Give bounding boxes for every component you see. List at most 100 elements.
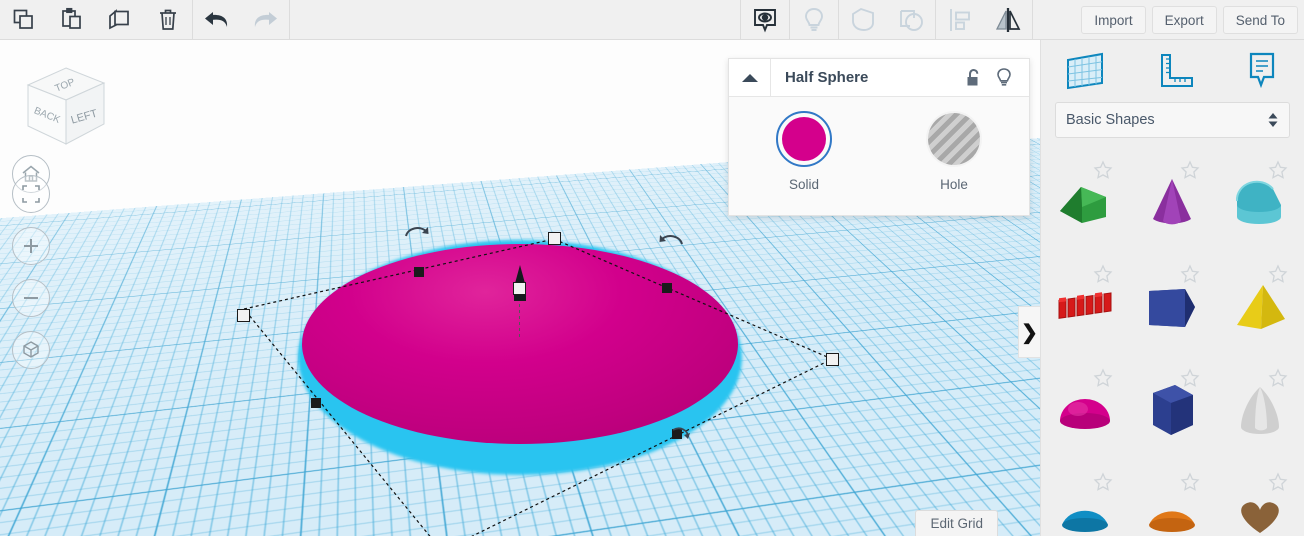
thumbnail-pyramid <box>1237 285 1286 329</box>
resize-handle-corner-right[interactable] <box>826 353 839 366</box>
shape-item-round-roof-orange[interactable] <box>1129 464 1217 536</box>
tab-notes[interactable] <box>1216 50 1304 92</box>
hole-pattern-swatch[interactable] <box>928 113 980 165</box>
export-button[interactable]: Export <box>1151 6 1217 34</box>
copy-button[interactable] <box>0 0 48 40</box>
tab-ruler[interactable] <box>1129 50 1217 92</box>
shape-item-half-cylinder[interactable] <box>1216 152 1304 256</box>
shape-category-select[interactable]: Basic Shapes <box>1055 102 1290 138</box>
delete-button[interactable] <box>144 0 192 40</box>
thumbnail-wedge-prism <box>1149 289 1196 327</box>
favorite-star-icon[interactable] <box>1093 264 1113 284</box>
thumbnail-hexagonal-prism <box>1153 385 1194 435</box>
favorite-star-icon[interactable] <box>1180 160 1200 180</box>
favorite-star-icon[interactable] <box>1268 368 1288 388</box>
shape-item-tube-cyan[interactable] <box>1041 464 1129 536</box>
rotate-handle-left[interactable] <box>402 222 430 246</box>
inspector-collapse-button[interactable] <box>729 58 771 97</box>
toolbar-divider-7 <box>1032 0 1033 40</box>
resize-handle-edge-topright[interactable] <box>662 283 672 293</box>
favorite-star-icon[interactable] <box>1093 160 1113 180</box>
shape-library-grid <box>1041 152 1304 536</box>
thumbnail-tube-cyan <box>1061 510 1108 532</box>
shape-item-hexagonal-prism[interactable] <box>1129 360 1217 464</box>
shape-item-box-wedge[interactable] <box>1041 152 1129 256</box>
edit-grid-button[interactable]: Edit Grid <box>915 510 998 536</box>
resize-handle-corner-top[interactable] <box>548 232 561 245</box>
thumbnail-half-sphere <box>1059 399 1110 429</box>
sidebar-tabs <box>1041 40 1304 102</box>
shape-item-heart-brown[interactable] <box>1216 464 1304 536</box>
shape-item-wedge-prism[interactable] <box>1129 256 1217 360</box>
toolbar-divider-2 <box>289 0 290 40</box>
favorite-star-icon[interactable] <box>1268 160 1288 180</box>
rotate-handle-right[interactable] <box>656 230 684 254</box>
view-cube[interactable]: TOP BACK LEFT <box>18 58 114 154</box>
edit-tool-group <box>0 0 192 40</box>
rotate-handle-bottom[interactable] <box>668 424 696 448</box>
thumbnail-round-roof-orange <box>1149 511 1196 532</box>
redo-button[interactable] <box>241 0 289 40</box>
fit-view-button[interactable] <box>12 175 50 213</box>
shape-inspector-panel: Half Sphere Solid Hole <box>728 58 1030 216</box>
unlock-icon[interactable] <box>965 68 983 88</box>
resize-handle-corner-left[interactable] <box>237 309 250 322</box>
shape-item-text[interactable] <box>1041 256 1129 360</box>
panel-collapse-toggle[interactable]: ❯ <box>1018 306 1040 358</box>
undo-button[interactable] <box>193 0 241 40</box>
hole-ring <box>926 111 982 167</box>
favorite-star-icon[interactable] <box>1268 472 1288 492</box>
light-bulb-icon[interactable] <box>995 67 1013 89</box>
solid-label: Solid <box>788 177 820 192</box>
shape-category-label: Basic Shapes <box>1066 112 1155 128</box>
inspector-title: Half Sphere <box>785 69 869 86</box>
resize-handle-edge-topleft[interactable] <box>414 267 424 277</box>
shape-item-paraboloid[interactable] <box>1216 360 1304 464</box>
ortho-toggle-button[interactable] <box>12 331 50 369</box>
ruler-icon <box>1160 54 1193 87</box>
chevron-up-icon <box>741 73 758 82</box>
favorite-star-icon[interactable] <box>1268 264 1288 284</box>
top-toolbar: Import Export Send To <box>0 0 1304 40</box>
mirror-button[interactable] <box>984 0 1032 40</box>
notes-icon <box>1250 52 1275 89</box>
import-button[interactable]: Import <box>1081 6 1146 34</box>
light-bulb-icon[interactable] <box>790 0 838 40</box>
thumbnail-heart-brown <box>1241 502 1279 533</box>
duplicate-button[interactable] <box>96 0 144 40</box>
favorite-star-icon[interactable] <box>1180 472 1200 492</box>
thumbnail-text <box>1058 292 1112 319</box>
view-tool-group <box>741 0 935 40</box>
show-hide-icon[interactable] <box>741 0 789 40</box>
shape-item-half-sphere[interactable] <box>1041 360 1129 464</box>
height-handle-box[interactable] <box>513 282 526 295</box>
ungroup-button[interactable] <box>887 0 935 40</box>
group-button[interactable] <box>839 0 887 40</box>
thumbnail-half-cylinder <box>1236 180 1282 224</box>
thumbnail-cone <box>1153 179 1192 225</box>
resize-handle-edge-bottomleft[interactable] <box>311 398 321 408</box>
tab-workplane[interactable] <box>1041 50 1129 92</box>
favorite-star-icon[interactable] <box>1180 264 1200 284</box>
action-buttons: Import Export Send To <box>1081 0 1298 40</box>
send-to-button[interactable]: Send To <box>1222 6 1298 34</box>
shape-item-cone[interactable] <box>1129 152 1217 256</box>
paste-button[interactable] <box>48 0 96 40</box>
solid-color-swatch[interactable] <box>782 117 826 161</box>
inspector-body: Solid Hole <box>729 97 1029 192</box>
navigation-controls <box>12 175 50 369</box>
favorite-star-icon[interactable] <box>1093 368 1113 388</box>
solid-selected-ring <box>776 111 832 167</box>
inspector-header: Half Sphere <box>729 58 1029 97</box>
align-button[interactable] <box>936 0 984 40</box>
shapes-sidebar: Basic Shapes <box>1040 40 1304 536</box>
solid-option[interactable]: Solid <box>729 111 879 192</box>
shape-item-pyramid[interactable] <box>1216 256 1304 360</box>
zoom-in-button[interactable] <box>12 227 50 265</box>
favorite-star-icon[interactable] <box>1180 368 1200 388</box>
zoom-out-button[interactable] <box>12 279 50 317</box>
favorite-star-icon[interactable] <box>1093 472 1113 492</box>
thumbnail-paraboloid <box>1241 387 1280 434</box>
hole-option[interactable]: Hole <box>879 111 1029 192</box>
workplane-icon <box>1066 52 1103 90</box>
